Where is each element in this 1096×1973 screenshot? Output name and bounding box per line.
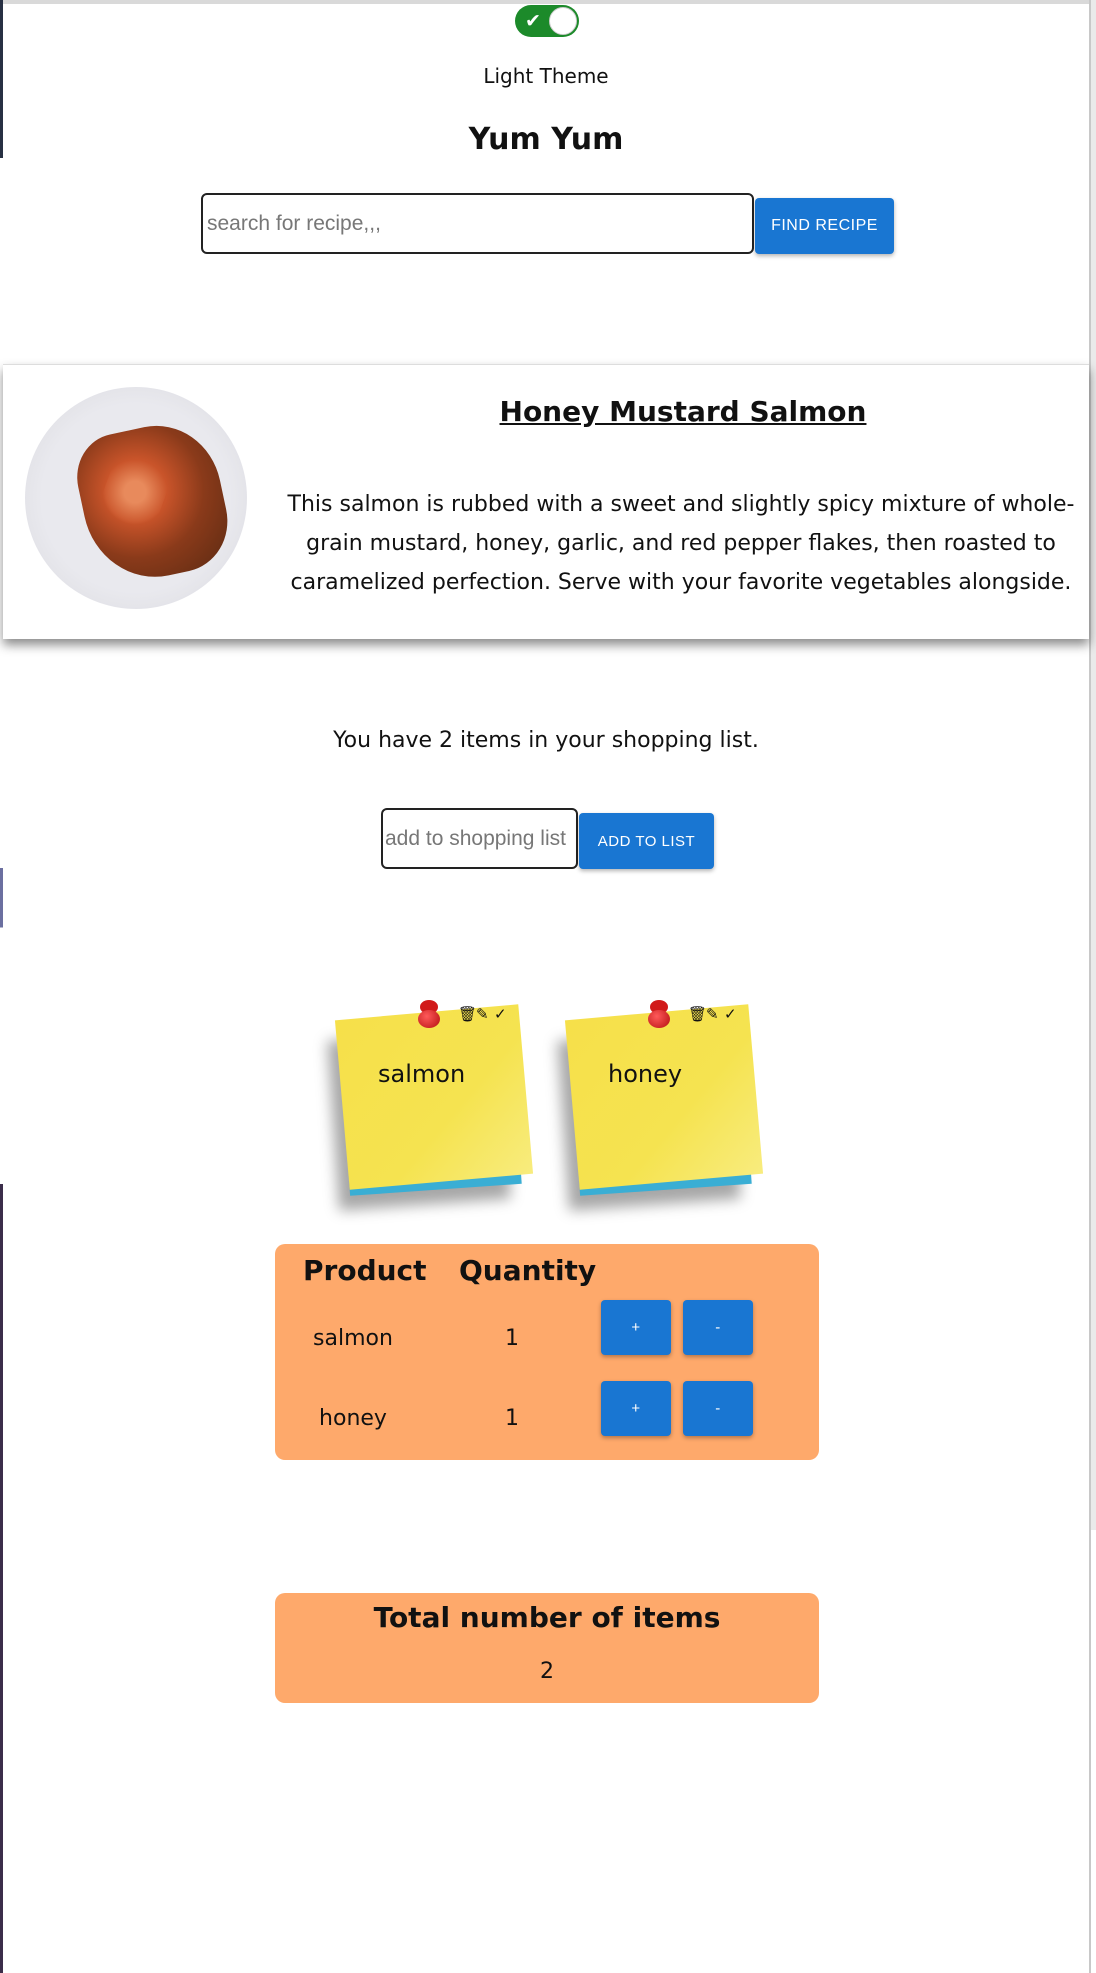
sticky-note-paper — [334, 1004, 534, 1190]
product-table: Product Quantity salmon 1 + - honey 1 + … — [275, 1244, 819, 1460]
find-recipe-button[interactable]: FIND RECIPE — [755, 198, 894, 254]
pencil-icon[interactable]: ✎ — [476, 1005, 491, 1023]
app-title: Yum Yum — [468, 122, 624, 157]
total-items-value: 2 — [540, 1659, 554, 1684]
product-column-header: Product — [303, 1254, 427, 1287]
sticky-note: 🗑 ✎ ✓ salmon — [334, 1000, 546, 1214]
pushpin-icon — [648, 1000, 670, 1030]
decrement-button[interactable]: - — [683, 1381, 753, 1436]
sticky-note-actions: 🗑 ✎ ✓ — [458, 1005, 509, 1023]
sticky-note: 🗑 ✎ ✓ honey — [564, 1000, 776, 1214]
app-window: ✔ Light Theme Yum Yum FIND RECIPE Honey … — [3, 0, 1091, 1973]
recipe-search-input[interactable] — [201, 193, 754, 254]
product-name: honey — [319, 1406, 387, 1431]
product-quantity: 1 — [505, 1326, 519, 1351]
sticky-note-label: salmon — [378, 1060, 466, 1088]
total-items-title: Total number of items — [373, 1601, 721, 1634]
decrement-button[interactable]: - — [683, 1300, 753, 1355]
sticky-note-label: honey — [608, 1060, 683, 1088]
total-items-panel: Total number of items 2 — [275, 1593, 819, 1703]
trash-icon[interactable]: 🗑 — [458, 1005, 477, 1023]
theme-toggle-label: Light Theme — [483, 64, 609, 88]
product-name: salmon — [313, 1326, 393, 1351]
recipe-title[interactable]: Honey Mustard Salmon — [283, 395, 1083, 428]
pencil-icon[interactable]: ✎ — [706, 1005, 721, 1023]
check-icon: ✔ — [525, 10, 541, 32]
add-to-list-button[interactable]: ADD TO LIST — [579, 813, 714, 869]
check-icon[interactable]: ✓ — [724, 1005, 739, 1023]
increment-button[interactable]: + — [601, 1381, 671, 1436]
toggle-knob — [549, 7, 577, 35]
window-top-border — [3, 0, 1089, 4]
shopping-list-count: You have 2 items in your shopping list. — [333, 728, 759, 753]
recipe-card: Honey Mustard Salmon This salmon is rubb… — [3, 364, 1089, 639]
recipe-image — [25, 387, 247, 609]
product-quantity: 1 — [505, 1406, 519, 1431]
add-to-list-input[interactable] — [381, 808, 578, 869]
sticky-note-actions: 🗑 ✎ ✓ — [688, 1005, 739, 1023]
pushpin-icon — [418, 1000, 440, 1030]
sticky-note-paper — [564, 1004, 764, 1190]
trash-icon[interactable]: 🗑 — [688, 1005, 707, 1023]
theme-toggle[interactable]: ✔ — [515, 5, 579, 37]
check-icon[interactable]: ✓ — [494, 1005, 509, 1023]
quantity-column-header: Quantity — [459, 1254, 597, 1287]
recipe-description: This salmon is rubbed with a sweet and s… — [287, 492, 1075, 595]
increment-button[interactable]: + — [601, 1300, 671, 1355]
